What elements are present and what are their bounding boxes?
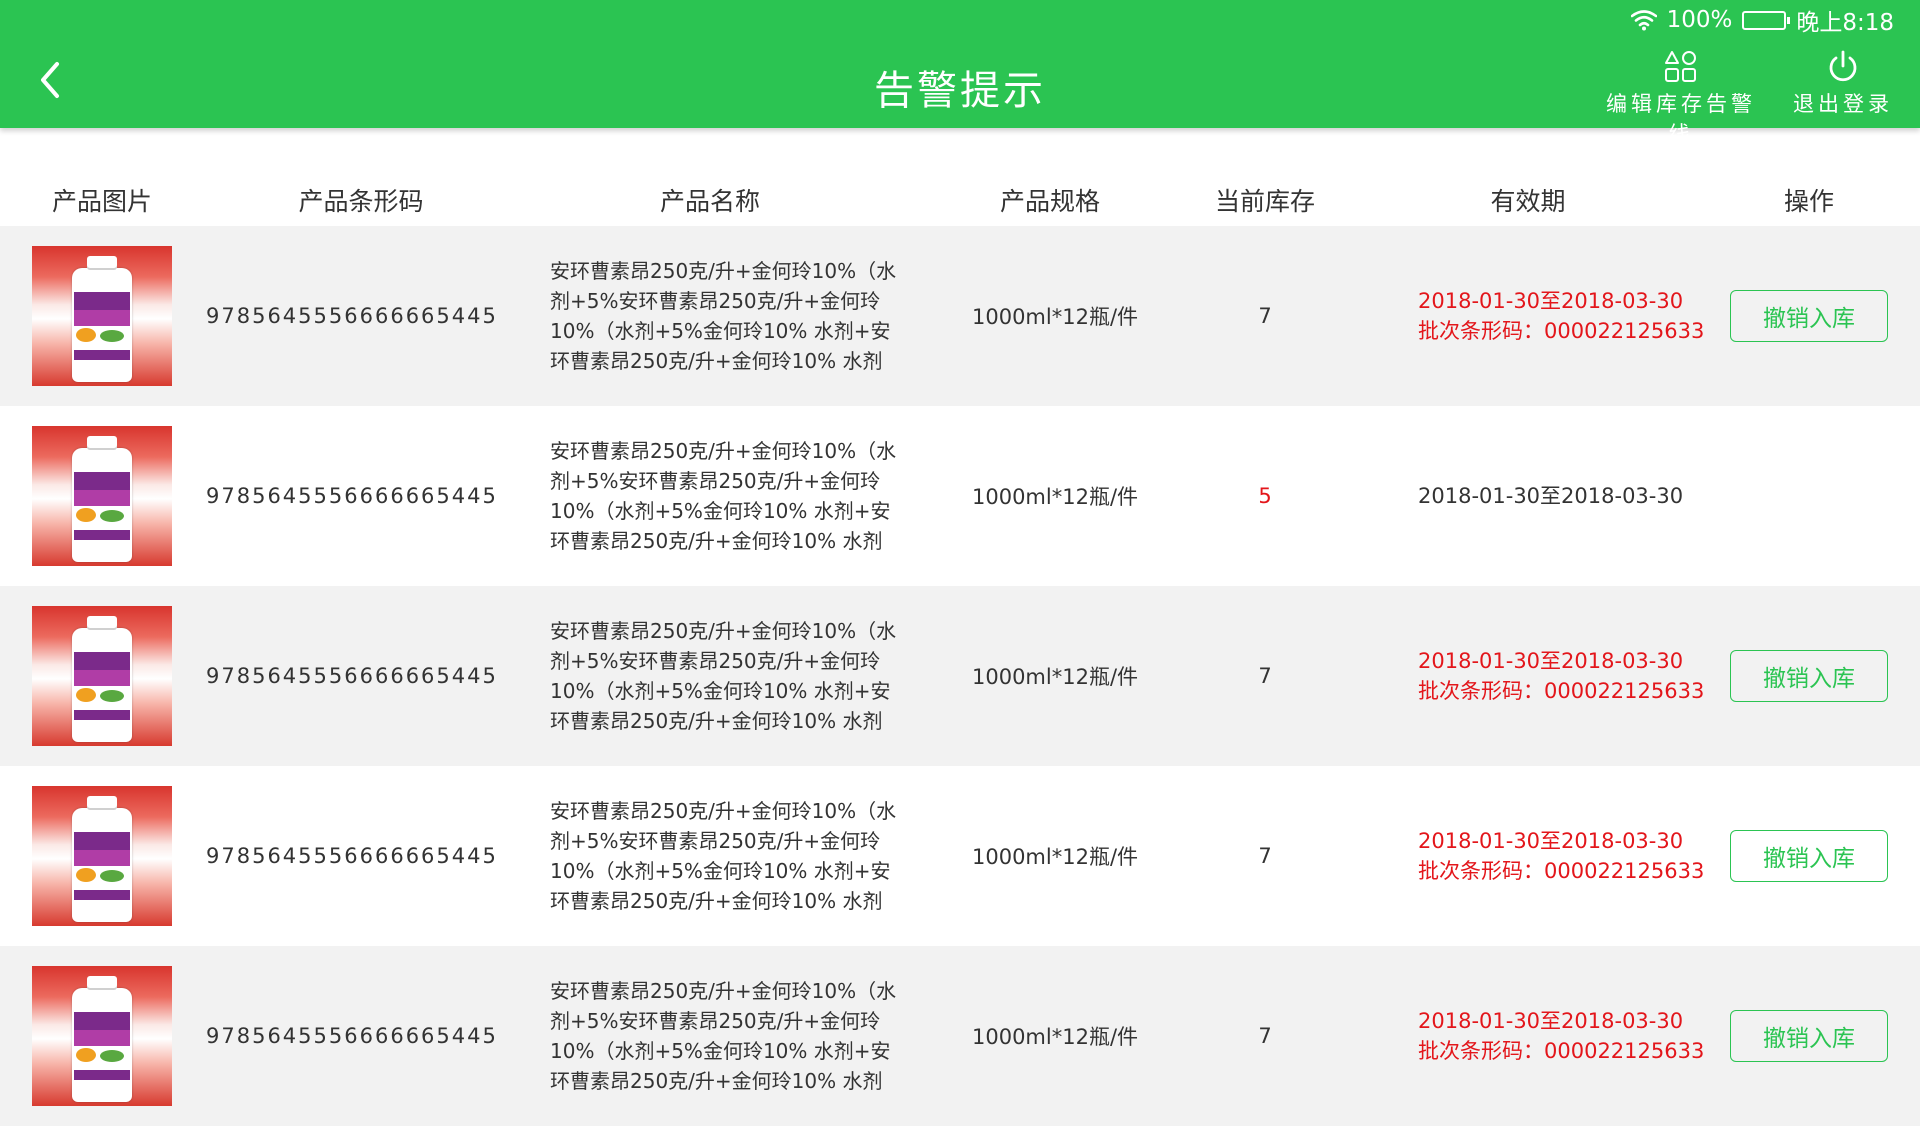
- expiry-info: 2018-01-30至2018-03-30 批次条形码：000022125633: [1418, 226, 1708, 406]
- battery-percent: 100%: [1666, 7, 1733, 33]
- revoke-stock-in-button[interactable]: 撤销入库: [1730, 650, 1888, 702]
- batch-barcode: 批次条形码：000022125633: [1418, 859, 1705, 883]
- product-barcode: 9785645556666665445: [206, 484, 498, 508]
- table-row: 9785645556666665445 安环曹素昂250克/升+金何玲10%（水…: [0, 586, 1920, 766]
- product-image: [32, 966, 172, 1106]
- product-name: 安环曹素昂250克/升+金何玲10%（水剂+5%安环曹素昂250克/升+金何玲1…: [550, 439, 897, 553]
- product-name: 安环曹素昂250克/升+金何玲10%（水剂+5%安环曹素昂250克/升+金何玲1…: [550, 259, 897, 373]
- product-spec: 1000ml*12瓶/件: [971, 845, 1139, 869]
- product-barcode: 9785645556666665445: [206, 664, 498, 688]
- revoke-stock-in-button[interactable]: 撤销入库: [1730, 290, 1888, 342]
- clock: 晚上8:18: [1796, 10, 1894, 36]
- table-header: 产品图片 产品条形码 产品名称 产品规格 当前库存 有效期 操作: [0, 170, 1920, 226]
- power-icon: [1829, 50, 1857, 82]
- app-header: 100% 晚上8:18 告警提示 编辑库存告警线 退出登录: [0, 0, 1920, 146]
- status-bar: 100% 晚上8:18: [1630, 4, 1894, 36]
- expiry-info: 2018-01-30至2018-03-30 批次条形码：000022125633: [1418, 586, 1708, 766]
- expiry-date: 2018-01-30至2018-03-30: [1418, 289, 1684, 313]
- expiry-date: 2018-01-30至2018-03-30: [1418, 829, 1684, 853]
- expiry-info: 2018-01-30至2018-03-30 批次条形码：000022125633: [1418, 766, 1708, 946]
- expiry-info: 2018-01-30至2018-03-30 批次条形码：000022125633: [1418, 946, 1708, 1126]
- column-header-action: 操作: [1783, 187, 1834, 216]
- current-stock: 7: [1258, 1024, 1272, 1048]
- table-row: 9785645556666665445 安环曹素昂250克/升+金何玲10%（水…: [0, 406, 1920, 586]
- product-name: 安环曹素昂250克/升+金何玲10%（水剂+5%安环曹素昂250克/升+金何玲1…: [550, 619, 897, 733]
- back-button[interactable]: [28, 58, 72, 102]
- column-header-name: 产品名称: [659, 187, 760, 216]
- expiry-date: 2018-01-30至2018-03-30: [1418, 649, 1684, 673]
- expiry-date: 2018-01-30至2018-03-30: [1418, 484, 1684, 508]
- logout-button[interactable]: 退出登录: [1790, 50, 1896, 118]
- batch-barcode: 批次条形码：000022125633: [1418, 319, 1705, 343]
- edit-stock-alert-label: 编辑库存告警线: [1606, 92, 1756, 146]
- batch-barcode: 批次条形码：000022125633: [1418, 1039, 1705, 1063]
- table-row: 9785645556666665445 安环曹素昂250克/升+金何玲10%（水…: [0, 946, 1920, 1126]
- column-header-barcode: 产品条形码: [298, 187, 424, 216]
- current-stock: 7: [1258, 844, 1272, 868]
- column-header-image: 产品图片: [51, 187, 152, 216]
- product-spec: 1000ml*12瓶/件: [971, 1025, 1139, 1049]
- chevron-left-icon: [41, 62, 59, 98]
- grid-shapes-icon: [1665, 51, 1696, 82]
- product-spec: 1000ml*12瓶/件: [971, 665, 1139, 689]
- product-name: 安环曹素昂250克/升+金何玲10%（水剂+5%安环曹素昂250克/升+金何玲1…: [550, 799, 897, 913]
- batch-barcode: 批次条形码：000022125633: [1418, 679, 1705, 703]
- table-row: 9785645556666665445 安环曹素昂250克/升+金何玲10%（水…: [0, 766, 1920, 946]
- product-image: [32, 786, 172, 926]
- product-image: [32, 246, 172, 386]
- product-spec: 1000ml*12瓶/件: [971, 485, 1139, 509]
- expiry-date: 2018-01-30至2018-03-30: [1418, 1009, 1684, 1033]
- alert-table-body: 9785645556666665445 安环曹素昂250克/升+金何玲10%（水…: [0, 226, 1920, 1126]
- product-barcode: 9785645556666665445: [206, 1024, 498, 1048]
- column-header-spec: 产品规格: [999, 187, 1100, 216]
- column-header-expiry: 有效期: [1490, 187, 1566, 216]
- wifi-icon: [1630, 10, 1657, 31]
- logout-label: 退出登录: [1793, 92, 1893, 116]
- expiry-info: 2018-01-30至2018-03-30: [1418, 406, 1708, 586]
- product-image: [32, 606, 172, 746]
- table-row: 9785645556666665445 安环曹素昂250克/升+金何玲10%（水…: [0, 226, 1920, 406]
- product-image: [32, 426, 172, 566]
- revoke-stock-in-button[interactable]: 撤销入库: [1730, 830, 1888, 882]
- product-barcode: 9785645556666665445: [206, 304, 498, 328]
- revoke-stock-in-button[interactable]: 撤销入库: [1730, 1010, 1888, 1062]
- product-name: 安环曹素昂250克/升+金何玲10%（水剂+5%安环曹素昂250克/升+金何玲1…: [550, 979, 897, 1093]
- product-barcode: 9785645556666665445: [206, 844, 498, 868]
- current-stock: 7: [1258, 664, 1272, 688]
- product-spec: 1000ml*12瓶/件: [971, 305, 1139, 329]
- current-stock: 5: [1258, 484, 1272, 508]
- edit-stock-alert-button[interactable]: 编辑库存告警线: [1596, 50, 1766, 148]
- column-header-stock: 当前库存: [1214, 187, 1315, 216]
- current-stock: 7: [1258, 304, 1272, 328]
- battery-icon: [1742, 10, 1791, 30]
